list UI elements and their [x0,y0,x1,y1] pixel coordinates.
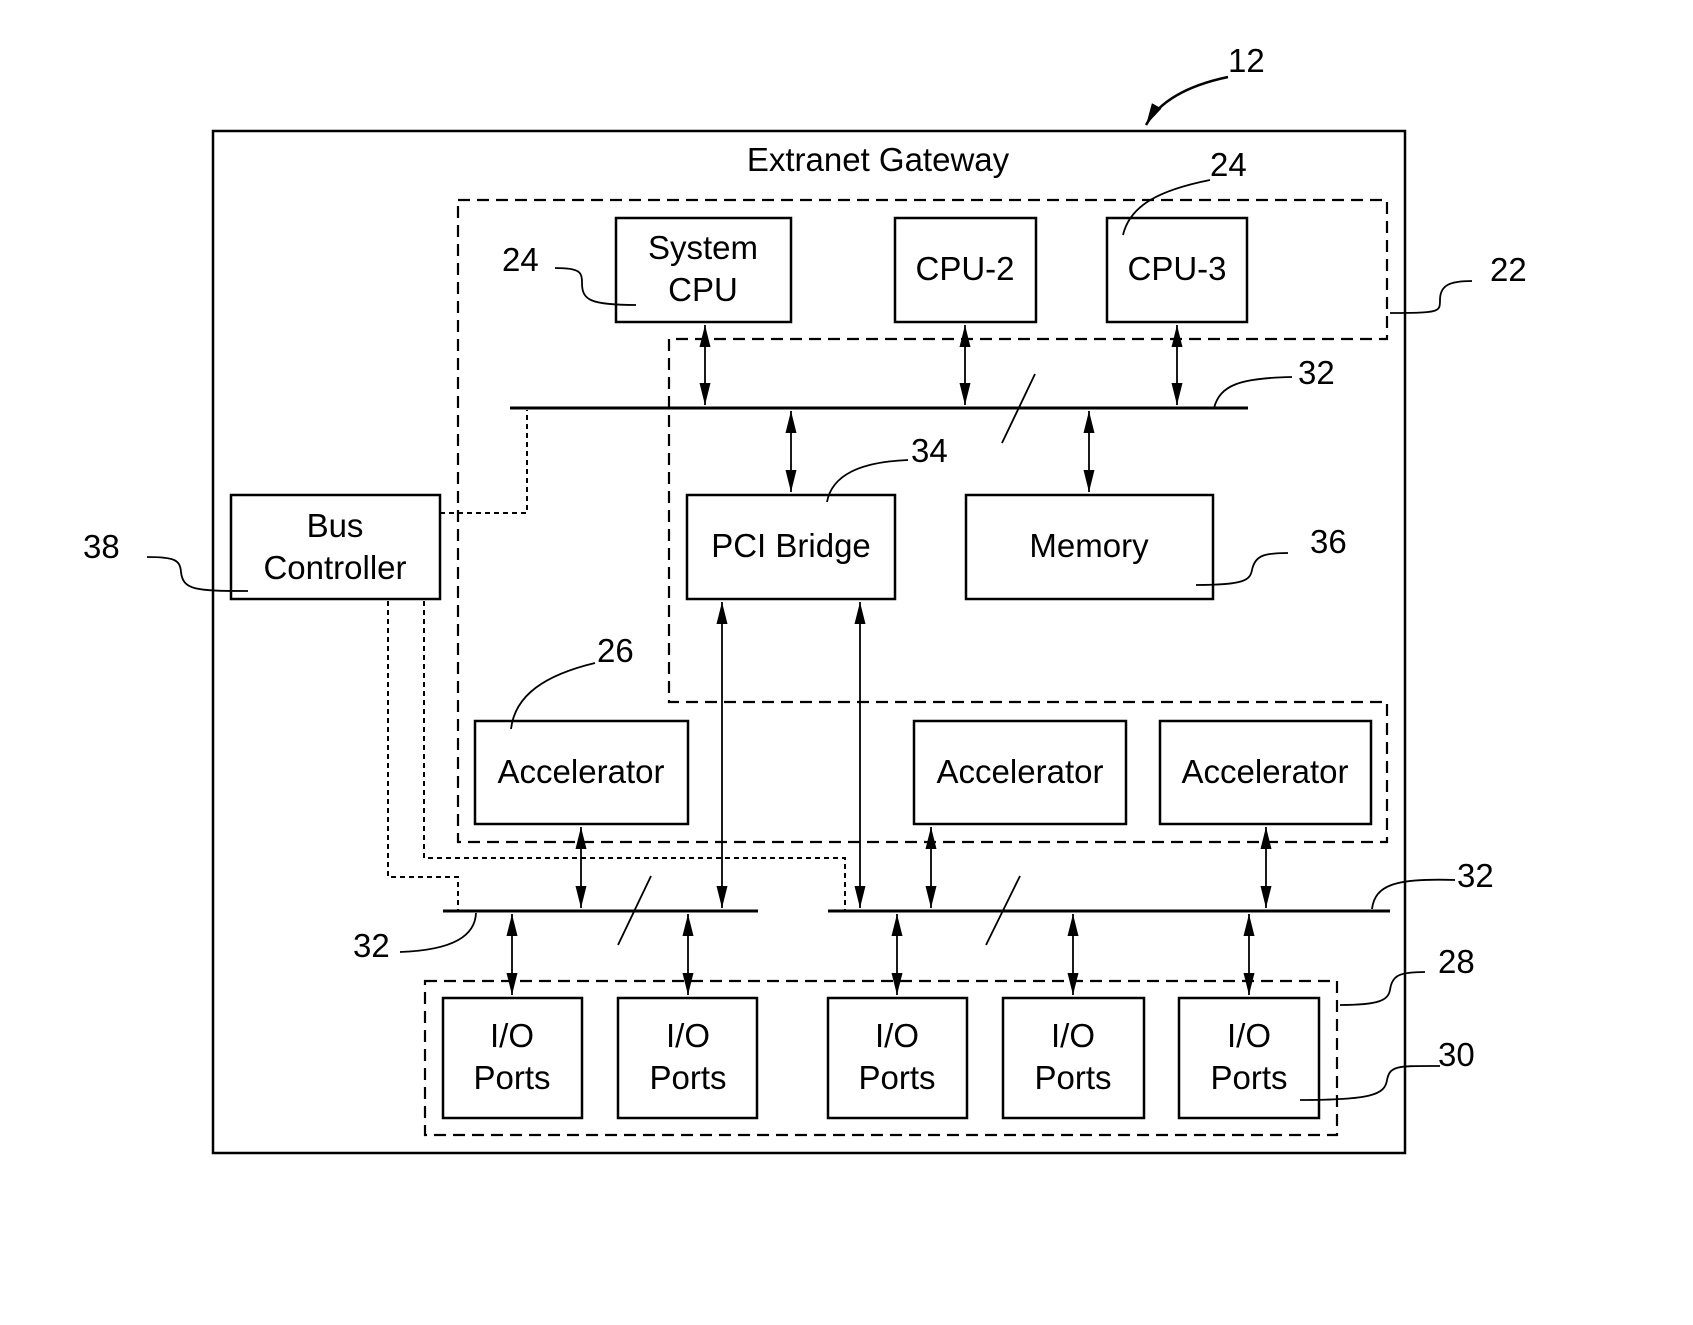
bus-controller-label-2: Controller [263,549,406,586]
cpu3-label: CPU-3 [1127,250,1226,287]
ref-38: 38 [83,528,120,565]
io-port-4-label-1: I/O [1051,1017,1095,1054]
ref-30-leader [1299,1065,1441,1101]
ref-32-top: 32 [1298,354,1335,391]
system-cpu-label-1: System [648,229,758,266]
ref-26-leader [510,662,596,730]
ref-32-right-leader [1371,878,1456,910]
ref-24b: 24 [1210,146,1247,183]
ref-12: 12 [1228,42,1265,79]
accelerator-label-3: Accelerator [1182,753,1349,790]
io-port-5-label-2: Ports [1210,1059,1287,1096]
system-cpu-label-2: CPU [668,271,738,308]
memory-label: Memory [1029,527,1149,564]
extranet-gateway-diagram: Extranet Gateway 12 22 System CPU 24 CPU… [83,42,1527,1155]
accelerator-label-2: Accelerator [937,753,1104,790]
io-port-2-label-1: I/O [666,1017,710,1054]
ref-32-left: 32 [353,927,390,964]
bus-controller-label-1: Bus [307,507,364,544]
ref-34: 34 [911,432,948,469]
bus-controller-link-top [440,410,528,514]
io-port-1-label-1: I/O [490,1017,534,1054]
io-port-2-label-2: Ports [649,1059,726,1096]
io-port-3-label-2: Ports [858,1059,935,1096]
io-port-1-label-2: Ports [473,1059,550,1096]
ref-32-left-leader [399,912,477,953]
ref-32-right: 32 [1457,857,1494,894]
io-port-box-1 [441,996,584,1120]
accelerator-label-1: Accelerator [498,753,665,790]
gateway-title: Extranet Gateway [747,141,1010,178]
ref-26: 26 [597,632,634,669]
io-port-3-label-1: I/O [875,1017,919,1054]
ref-22: 22 [1490,251,1527,288]
io-port-box-4 [1001,996,1146,1120]
io-port-5-label-1: I/O [1227,1017,1271,1054]
ref-30: 30 [1438,1036,1475,1073]
ref-28-leader [1339,971,1426,1006]
ref-24a: 24 [502,241,539,278]
ref-36: 36 [1310,523,1347,560]
pci-bridge-label: PCI Bridge [711,527,871,564]
ref-28: 28 [1438,943,1475,980]
cpu2-label: CPU-2 [915,250,1014,287]
io-port-4-label-2: Ports [1034,1059,1111,1096]
ref-32-top-leader [1213,376,1293,409]
io-port-box-3 [826,996,969,1120]
io-port-box-5 [1177,996,1321,1120]
ref-22-leader [1389,280,1473,314]
ref-12-leader [1144,75,1229,126]
io-port-box-2 [616,996,759,1120]
